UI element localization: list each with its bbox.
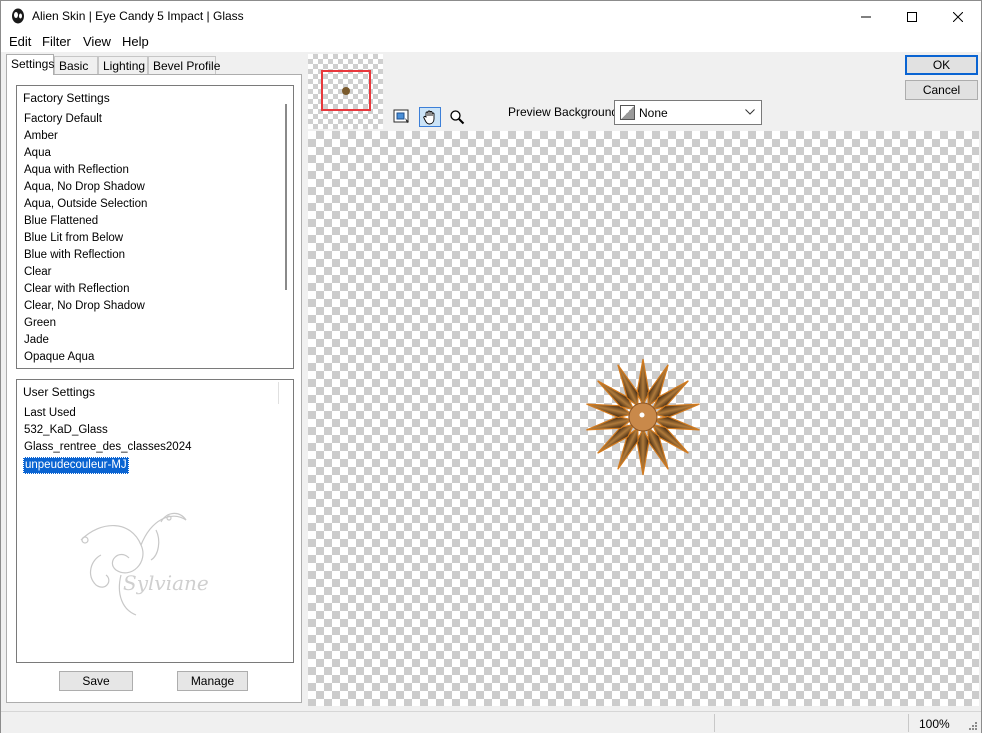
window-title: Alien Skin | Eye Candy 5 Impact | Glass <box>32 9 244 23</box>
header-divider <box>278 382 279 404</box>
flower-petal <box>636 427 650 476</box>
list-item[interactable]: Glass_rentree_des_classes2024 <box>23 440 193 457</box>
cancel-button[interactable]: Cancel <box>905 80 978 100</box>
factory-items: Factory Default Amber Aqua Aqua with Ref… <box>23 112 148 367</box>
factory-list-scrollbar[interactable] <box>285 104 287 290</box>
resize-grip-icon[interactable] <box>967 720 977 730</box>
glass-flower-preview <box>586 358 700 476</box>
preview-background-label: Preview Background: <box>508 105 622 119</box>
preview-background-value: None <box>639 106 668 120</box>
status-bar: 100% <box>1 711 981 733</box>
factory-settings-list[interactable]: Factory Settings Factory Default Amber A… <box>16 85 294 369</box>
minimize-button[interactable] <box>843 1 889 32</box>
title-bar: Alien Skin | Eye Candy 5 Impact | Glass <box>1 1 981 32</box>
list-item[interactable]: Aqua <box>23 146 148 163</box>
list-item[interactable]: Aqua, Outside Selection <box>23 197 148 214</box>
maximize-icon <box>907 11 917 22</box>
settings-panel: Factory Settings Factory Default Amber A… <box>6 74 302 703</box>
list-item[interactable]: Blue Flattened <box>23 214 148 231</box>
manage-button[interactable]: Manage <box>177 671 248 691</box>
list-item[interactable]: Blue Lit from Below <box>23 231 148 248</box>
chevron-down-icon <box>745 109 755 115</box>
user-items: Last Used 532_KaD_Glass Glass_rentree_de… <box>23 406 193 474</box>
list-item[interactable]: 532_KaD_Glass <box>23 423 193 440</box>
watermark-text: Sylviane <box>123 571 209 595</box>
watermark-signature: Sylviane <box>61 500 211 625</box>
tab-settings[interactable]: Settings <box>6 54 54 75</box>
list-item-selected[interactable]: unpeudecouleur-MJ <box>23 457 129 474</box>
tab-basic[interactable]: Basic <box>54 56 98 74</box>
hand-tool-button[interactable] <box>419 107 441 127</box>
maximize-button[interactable] <box>889 1 935 32</box>
menu-help[interactable]: Help <box>122 34 149 49</box>
menu-edit[interactable]: Edit <box>9 34 31 49</box>
navigator-icon <box>393 109 409 123</box>
list-item[interactable]: Clear with Reflection <box>23 282 148 299</box>
list-item[interactable]: Jade <box>23 333 148 350</box>
status-divider <box>908 714 909 732</box>
navigator-button[interactable] <box>391 107 413 127</box>
flower-petal <box>636 358 650 407</box>
preview-canvas[interactable] <box>308 131 979 706</box>
status-divider <box>714 714 715 732</box>
tab-lighting[interactable]: Lighting <box>98 56 148 74</box>
zoom-tool-button[interactable] <box>446 107 468 127</box>
menu-view[interactable]: View <box>83 34 111 49</box>
list-item[interactable]: Amber <box>23 129 148 146</box>
list-item[interactable]: Last Used <box>23 406 193 423</box>
list-item[interactable]: Aqua with Reflection <box>23 163 148 180</box>
menu-bar: Edit Filter View Help <box>1 32 981 52</box>
save-button[interactable]: Save <box>59 671 133 691</box>
list-item[interactable]: Aqua, No Drop Shadow <box>23 180 148 197</box>
list-item[interactable]: Clear, No Drop Shadow <box>23 299 148 316</box>
list-item[interactable]: Opaque Aqua <box>23 350 148 367</box>
eye-candy-window: Alien Skin | Eye Candy 5 Impact | Glass … <box>0 0 982 733</box>
minimize-icon <box>861 16 871 17</box>
thumbnail-preview-dot <box>342 87 350 95</box>
list-item[interactable]: Clear <box>23 265 148 282</box>
list-item[interactable]: Blue with Reflection <box>23 248 148 265</box>
tab-bevel-profile[interactable]: Bevel Profile <box>148 56 220 74</box>
close-button[interactable] <box>935 1 981 32</box>
preview-background-dropdown[interactable]: None <box>614 100 762 125</box>
close-icon <box>953 11 963 22</box>
zoom-icon <box>450 110 465 125</box>
zoom-level: 100% <box>919 717 950 731</box>
user-settings-header: User Settings <box>23 385 96 399</box>
alien-skin-app-icon <box>10 8 26 24</box>
list-item[interactable]: Factory Default <box>23 112 148 129</box>
background-swatch-icon <box>620 105 635 120</box>
ok-button[interactable]: OK <box>905 55 978 75</box>
menu-filter[interactable]: Filter <box>42 34 71 49</box>
navigator-thumbnail[interactable] <box>308 54 383 129</box>
list-item[interactable]: Green <box>23 316 148 333</box>
user-settings-list[interactable]: User Settings Last Used 532_KaD_Glass Gl… <box>16 379 294 663</box>
factory-settings-header: Factory Settings <box>23 91 110 105</box>
hand-pan-icon <box>423 110 435 125</box>
